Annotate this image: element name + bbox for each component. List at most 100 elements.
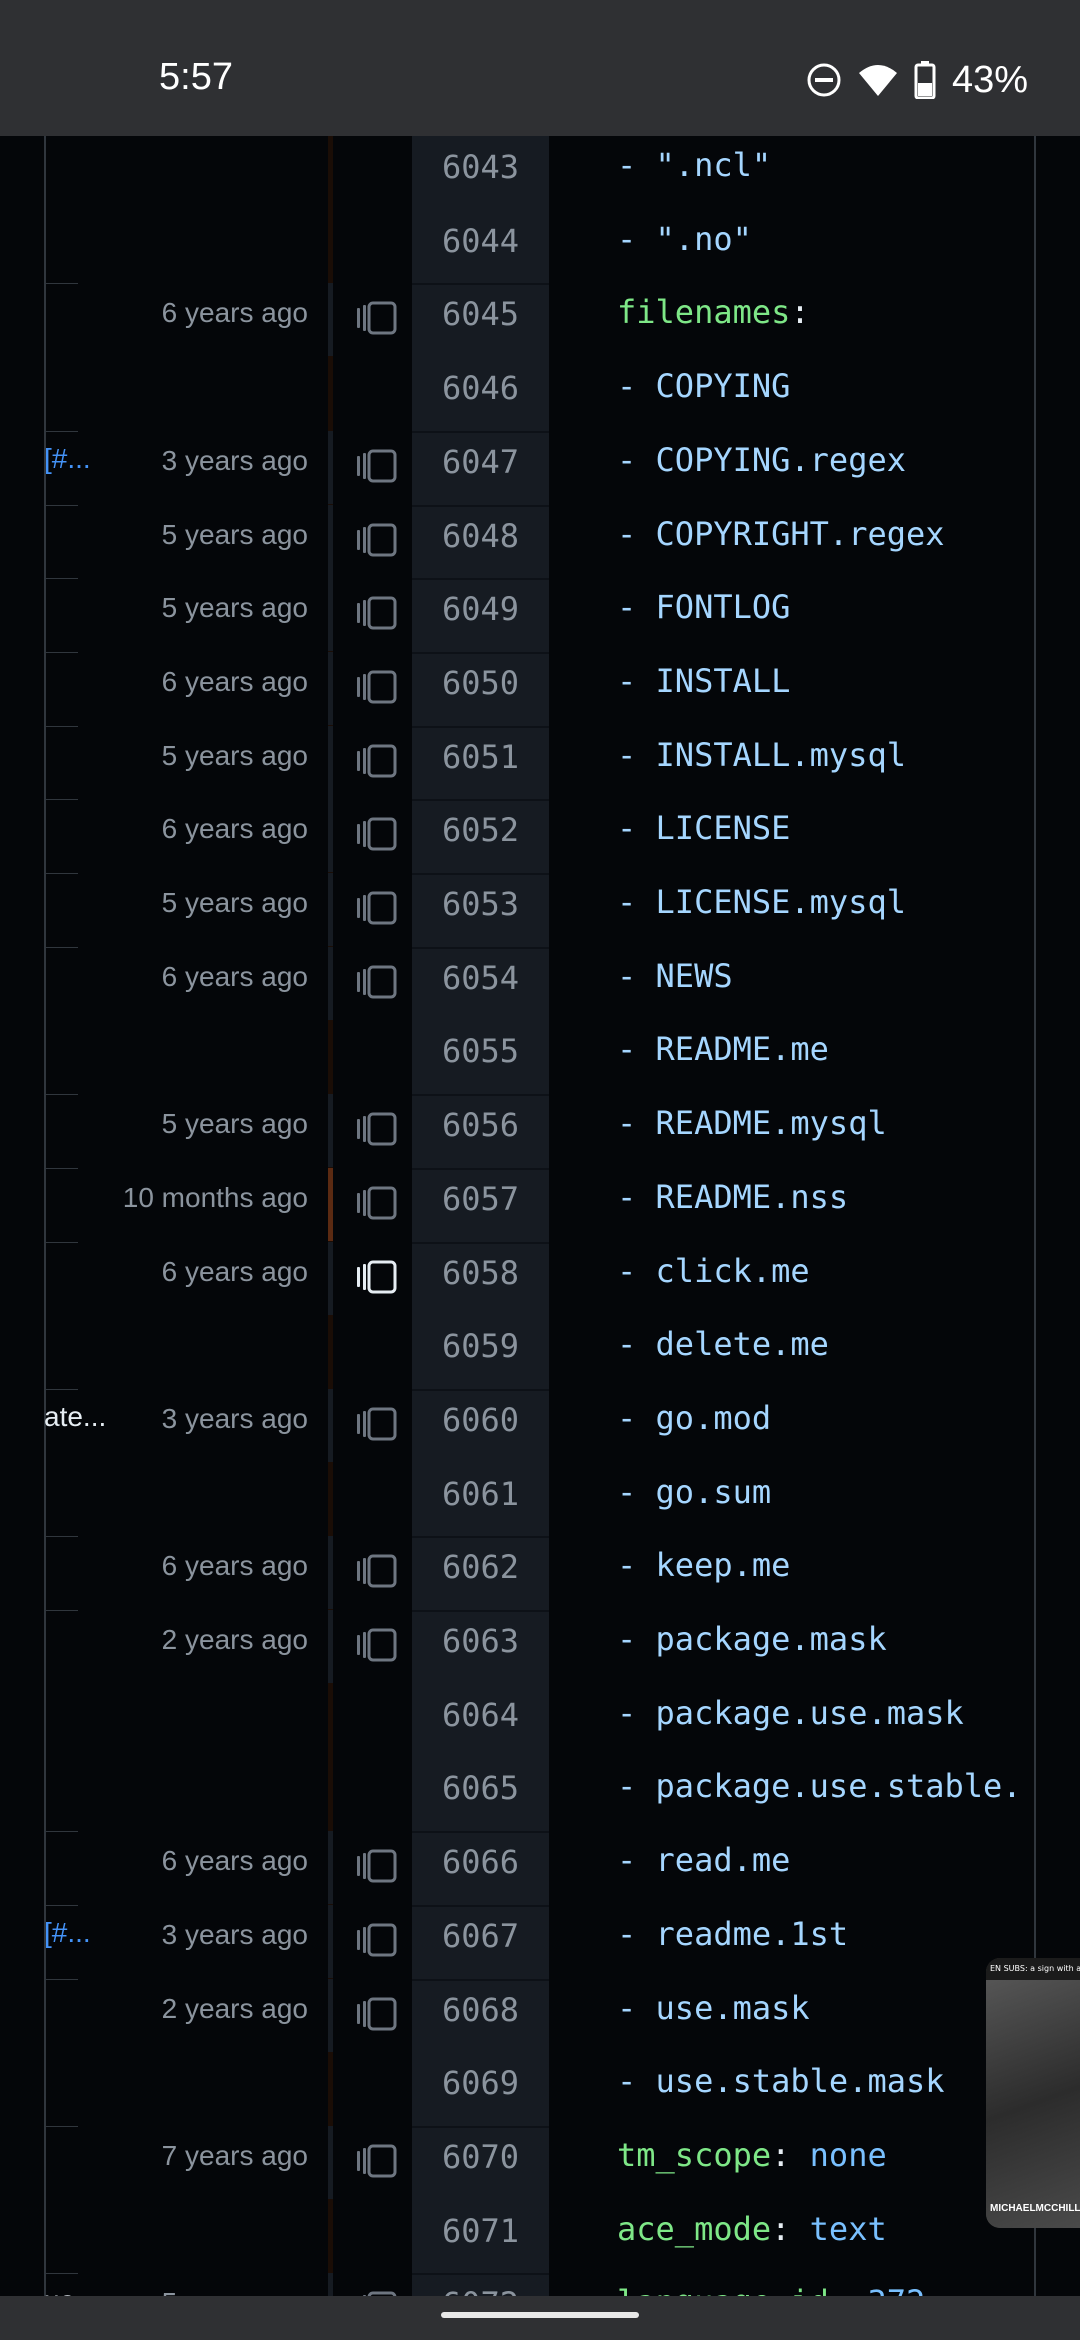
reblame-icon[interactable] <box>356 670 400 704</box>
code-line: - LICENSE <box>617 809 790 847</box>
blame-row: 10 months ago 6057 - README.nss <box>0 1167 1080 1241</box>
age-color-bar <box>328 578 333 652</box>
reblame-icon[interactable] <box>356 1923 400 1957</box>
code-line: - go.mod <box>617 1399 771 1437</box>
code-token: - readme.1st <box>617 1914 849 1953</box>
reblame-icon[interactable] <box>356 1407 400 1441</box>
blame-row: 6046 - COPYING <box>0 357 1080 430</box>
line-number[interactable]: 6046 <box>412 369 549 407</box>
code-token: - ".no" <box>617 219 752 258</box>
line-number[interactable]: 6043 <box>412 148 549 186</box>
line-number[interactable]: 6045 <box>412 295 549 333</box>
line-number[interactable]: 6069 <box>412 2064 549 2102</box>
line-number[interactable]: 6053 <box>412 885 549 923</box>
line-number[interactable]: 6070 <box>412 2138 549 2176</box>
line-number[interactable]: 6055 <box>412 1032 549 1070</box>
code-line: tm_scope: none <box>617 2136 887 2174</box>
line-number[interactable]: 6066 <box>412 1843 549 1881</box>
picture-in-picture-video[interactable]: EN SUBS: a sign with a MICHAELMCCHILL <box>986 1958 1080 2228</box>
commit-message[interactable]: [#... <box>44 443 91 475</box>
battery-percent: 43% <box>951 58 1028 101</box>
line-number[interactable]: 6068 <box>412 1991 549 2029</box>
code-token: : <box>771 2135 810 2174</box>
line-separator <box>412 651 549 654</box>
blame-row: 2 years ago 6068 - use.mask <box>0 1978 1080 2052</box>
line-number[interactable]: 6044 <box>412 222 549 260</box>
commit-message[interactable]: ate... <box>44 1401 106 1433</box>
age-color-bar <box>328 2273 333 2296</box>
reblame-icon[interactable] <box>356 596 400 630</box>
line-number[interactable]: 6052 <box>412 811 549 849</box>
line-separator <box>412 1388 549 1391</box>
line-number[interactable]: 6058 <box>412 1254 549 1292</box>
code-token: ace_mode <box>617 2209 772 2248</box>
age-color-bar <box>328 1167 333 1241</box>
line-number[interactable]: 6057 <box>412 1180 549 1218</box>
line-number[interactable]: 6048 <box>412 517 549 555</box>
line-number[interactable]: 6067 <box>412 1917 549 1955</box>
age-color-bar <box>328 873 333 946</box>
line-number[interactable]: 6059 <box>412 1327 549 1365</box>
commit-separator <box>46 725 78 727</box>
reblame-icon[interactable] <box>356 1260 400 1294</box>
line-number[interactable]: 6062 <box>412 1548 549 1586</box>
blame-row: 6 years ago 6054 - NEWS <box>0 946 1080 1020</box>
line-number[interactable]: 6072 <box>412 2285 549 2296</box>
reblame-icon[interactable] <box>356 1628 400 1662</box>
commit-message[interactable]: ua... <box>44 2285 98 2296</box>
line-number[interactable]: 6064 <box>412 1696 549 1734</box>
commit-message[interactable]: [#... <box>44 1917 91 1949</box>
line-number[interactable]: 6061 <box>412 1475 549 1513</box>
blame-view[interactable]: 6043 - ".ncl" 6044 - ".no" 6 years ago 6045 fi… <box>0 136 1080 2296</box>
line-number[interactable]: 6056 <box>412 1106 549 1144</box>
commit-separator <box>46 504 78 506</box>
code-line: - ".no" <box>617 220 752 258</box>
code-token: - delete.me <box>617 1325 829 1364</box>
reblame-icon[interactable] <box>356 744 400 778</box>
commit-age: 6 years ago <box>161 1255 308 1287</box>
blame-row: [#... 3 years ago 6067 - readme.1st <box>0 1904 1080 1978</box>
code-line: language_id: 372 <box>617 2283 925 2296</box>
reblame-icon[interactable] <box>356 449 400 483</box>
age-color-bar <box>328 1094 333 1168</box>
commit-separator <box>46 1167 78 1169</box>
reblame-icon[interactable] <box>356 1997 400 2031</box>
code-token: - go.sum <box>617 1472 772 1511</box>
blame-row: 6 years ago 6066 - read.me <box>0 1831 1080 1905</box>
blame-row: 6059 - delete.me <box>0 1315 1080 1388</box>
code-token: text <box>809 2209 887 2248</box>
line-number[interactable]: 6065 <box>412 1769 549 1807</box>
home-gesture-handle[interactable] <box>441 2312 639 2318</box>
code-line: - click.me <box>617 1252 810 1290</box>
line-number[interactable]: 6071 <box>412 2212 549 2250</box>
reblame-icon[interactable] <box>356 301 400 335</box>
reblame-icon[interactable] <box>356 1554 400 1588</box>
reblame-icon[interactable] <box>356 1186 400 1220</box>
line-number[interactable]: 6063 <box>412 1622 549 1660</box>
commit-separator <box>46 1241 78 1243</box>
blame-row: 6 years ago 6058 - click.me <box>0 1241 1080 1315</box>
line-number[interactable]: 6051 <box>412 738 549 776</box>
reblame-icon[interactable] <box>356 523 400 557</box>
line-number[interactable]: 6047 <box>412 443 549 481</box>
reblame-icon[interactable] <box>356 1112 400 1146</box>
line-number[interactable]: 6060 <box>412 1401 549 1439</box>
age-color-bar <box>328 799 333 873</box>
reblame-icon[interactable] <box>356 1849 400 1883</box>
age-color-bar <box>328 1904 333 1978</box>
code-token: filenames <box>617 293 791 332</box>
age-color-bar <box>328 1388 333 1462</box>
reblame-icon[interactable] <box>356 2144 400 2178</box>
reblame-icon[interactable] <box>356 965 400 999</box>
code-line: - readme.1st <box>617 1915 848 1953</box>
line-number[interactable]: 6049 <box>412 590 549 628</box>
reblame-icon[interactable] <box>356 817 400 851</box>
line-number[interactable]: 6050 <box>412 664 549 702</box>
reblame-icon[interactable] <box>356 891 400 925</box>
code-line: - package.mask <box>617 1620 887 1658</box>
code-line: ace_mode: text <box>617 2210 887 2248</box>
commit-separator <box>46 1388 78 1390</box>
line-number[interactable]: 6054 <box>412 959 549 997</box>
code-token: - LICENSE <box>617 809 791 848</box>
commit-separator <box>46 1904 78 1906</box>
